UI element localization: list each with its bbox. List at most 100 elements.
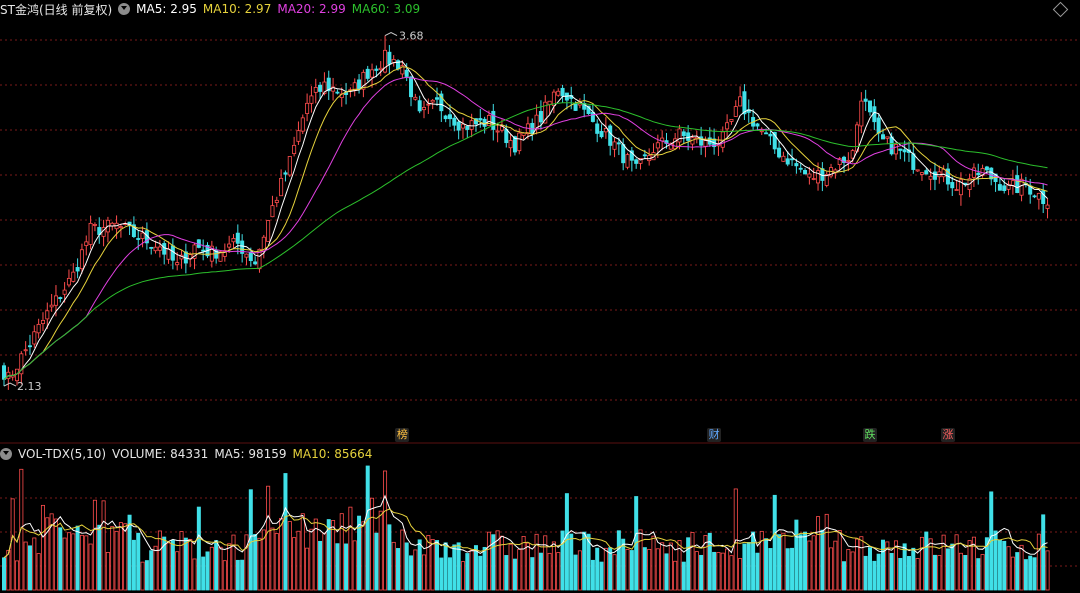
volume-bar [997, 539, 1002, 591]
volume-bar [322, 532, 327, 591]
volume-bar [192, 558, 197, 591]
volume-bar [504, 555, 509, 591]
candle-body [880, 134, 885, 140]
volume-bar [655, 548, 660, 591]
volume-bar [209, 546, 214, 591]
volume-bar [2, 557, 7, 591]
volume-bar [673, 560, 678, 591]
volume-bar [932, 554, 937, 591]
volume-bar [465, 553, 470, 591]
volume-bar [781, 532, 786, 591]
high-marker [384, 32, 398, 37]
volume-bar [227, 543, 232, 591]
volume-bar [850, 551, 855, 591]
volume-bar [439, 557, 444, 591]
candle-body [266, 220, 271, 242]
volume-bar [1036, 533, 1041, 591]
candle-body [538, 111, 543, 123]
event-tag[interactable]: 榜 [395, 428, 410, 442]
candle-body [997, 184, 1002, 191]
volume-bar [551, 541, 556, 591]
event-tag[interactable]: 跌 [863, 428, 877, 442]
volume-bar [616, 530, 621, 591]
volume-bar [426, 535, 431, 591]
candle-body [274, 199, 279, 203]
candle-body [443, 115, 448, 120]
volume-bar [140, 561, 145, 591]
candle-body [469, 120, 474, 130]
event-tag[interactable]: 财 [707, 428, 722, 442]
volume-bar [746, 542, 751, 591]
candle-body [430, 99, 435, 103]
volume-bar [409, 555, 414, 591]
candle-body [491, 110, 496, 130]
volume-bar [768, 548, 773, 591]
volume-bar [387, 524, 392, 591]
volume-bar [794, 519, 799, 591]
candle-body [517, 132, 522, 152]
candle-body [313, 87, 318, 93]
candle-body [92, 224, 97, 226]
candle-body [976, 172, 981, 176]
candle-body [296, 130, 301, 142]
volume-bar [508, 544, 513, 591]
volume-bar [434, 540, 439, 591]
volume-bar [954, 534, 959, 591]
candle-body [924, 170, 929, 175]
volume-bar [283, 473, 288, 591]
candle-body [370, 69, 375, 78]
volume-bar [352, 540, 357, 591]
candle-body [478, 118, 483, 121]
candle-body [387, 51, 392, 65]
volume-bar [595, 547, 600, 591]
volume-bar [482, 546, 487, 591]
candle-body [625, 154, 630, 168]
volume-bar [876, 553, 881, 591]
volume-bar [556, 552, 561, 591]
volume-bar [157, 530, 162, 591]
volume-bar [681, 561, 686, 591]
volume-bar [1023, 559, 1028, 591]
volume-bar [755, 552, 760, 591]
candle-body [495, 130, 500, 133]
volume-bar [240, 559, 245, 591]
volume-bar [638, 529, 643, 591]
candle-body [885, 136, 890, 139]
kline-chart[interactable]: 3.68 2.13 [0, 0, 1080, 593]
volume-bar [842, 561, 847, 591]
candle-body [452, 117, 457, 126]
candle-body [335, 91, 340, 94]
volume-bar [79, 534, 84, 591]
volume-bar [101, 500, 106, 591]
volume-bar [720, 552, 725, 591]
volume-bar [889, 553, 894, 591]
candle-body [460, 123, 465, 129]
volume-bar [305, 547, 310, 591]
candle-body [989, 167, 994, 180]
candle-body [803, 169, 808, 175]
candle-body [777, 147, 782, 158]
volume-bar [824, 513, 829, 591]
volume-bar [937, 555, 942, 591]
candle-body [404, 69, 409, 77]
volume-bar [175, 551, 180, 591]
volume-bar [902, 543, 907, 591]
volume-bar [318, 540, 323, 591]
volume-bar [590, 559, 595, 591]
volume-bar [694, 551, 699, 591]
volume-bar [123, 523, 128, 591]
volume-bar [573, 554, 578, 591]
event-tag[interactable]: 涨 [940, 428, 955, 442]
volume-bar [924, 531, 929, 591]
volume-bar [829, 547, 834, 591]
volume-bar [651, 535, 656, 591]
volume-bar [196, 506, 201, 591]
volume-bar [950, 543, 955, 591]
volume-bar [859, 536, 864, 591]
candle-body [954, 189, 959, 191]
volume-bar [40, 504, 45, 591]
volume-bar [820, 529, 825, 591]
candle-body [447, 114, 452, 120]
volume-bar [603, 547, 608, 591]
price-grid [0, 39, 1080, 444]
